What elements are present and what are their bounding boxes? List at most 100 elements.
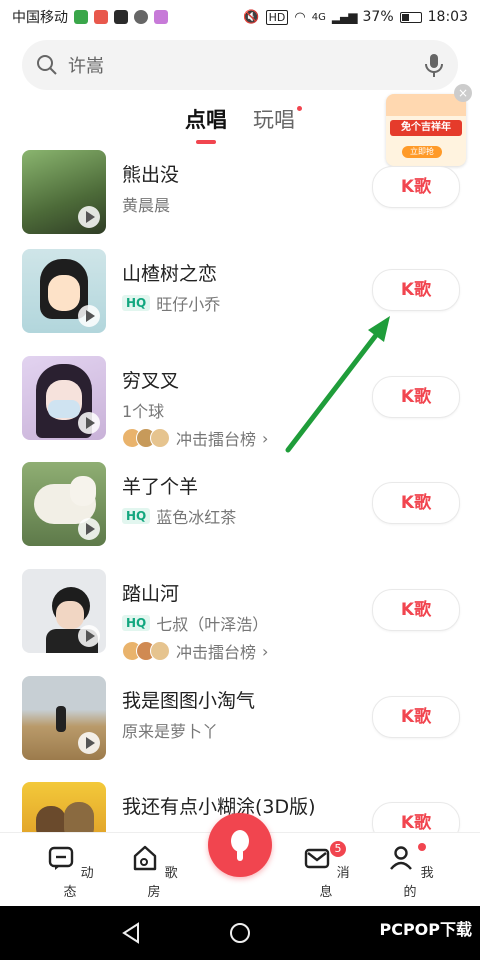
tab-dianchang[interactable]: 点唱 bbox=[185, 104, 227, 144]
chat-icon bbox=[49, 846, 74, 870]
battery-icon bbox=[399, 11, 422, 23]
song-title: 我是图图小淘气 bbox=[122, 690, 256, 712]
song-cover[interactable] bbox=[22, 462, 106, 546]
rank-label: 冲击擂台榜 bbox=[176, 643, 257, 662]
song-cover[interactable] bbox=[22, 676, 106, 760]
play-icon bbox=[78, 625, 100, 647]
chevron-right-icon: › bbox=[262, 641, 269, 661]
hq-badge: HQ bbox=[122, 295, 151, 311]
chevron-right-icon: › bbox=[262, 428, 269, 448]
k-song-button[interactable]: K歌 bbox=[372, 482, 460, 524]
song-cover[interactable] bbox=[22, 782, 106, 832]
song-cover[interactable] bbox=[22, 356, 106, 440]
avatar-group bbox=[122, 428, 170, 448]
song-list: 熊出没 黄晨晨 K歌 山楂树之恋 HQ 旺仔小乔 K歌 穷叉叉 1个球 冲击擂台榜… bbox=[0, 148, 480, 832]
carrier-label: 中国移动 bbox=[12, 10, 68, 26]
promo-header bbox=[386, 94, 466, 116]
song-artist: 原来是萝卜丫 bbox=[122, 722, 219, 741]
hq-badge: HQ bbox=[122, 615, 151, 631]
app-icon bbox=[114, 10, 128, 24]
mic-center-button[interactable] bbox=[208, 813, 272, 877]
song-title: 踏山河 bbox=[122, 583, 180, 605]
song-cover[interactable] bbox=[22, 150, 106, 234]
close-icon[interactable]: × bbox=[454, 84, 472, 102]
song-artist-row: HQ 七叔（叶泽浩） bbox=[122, 611, 268, 635]
hd-label: HD bbox=[265, 9, 289, 25]
list-item[interactable]: 山楂树之恋 HQ 旺仔小乔 K歌 bbox=[0, 249, 480, 355]
battery-label: 37% bbox=[362, 9, 394, 25]
song-artist-row: HQ 蓝色冰红茶 bbox=[122, 504, 236, 528]
nav-item-wode[interactable]: 我的 bbox=[380, 843, 440, 900]
signal-label: 4G bbox=[311, 11, 326, 23]
list-item[interactable]: 我是图图小淘气 原来是萝卜丫 K歌 bbox=[0, 676, 480, 782]
system-nav-bar: PCPOP下载 bbox=[0, 906, 480, 960]
tab-wanchang[interactable]: 玩唱 bbox=[253, 104, 302, 144]
song-artist: 七叔（叶泽浩） bbox=[156, 615, 269, 634]
k-song-button[interactable]: K歌 bbox=[372, 696, 460, 738]
time-label: 18:03 bbox=[427, 9, 468, 25]
mute-icon: 🔇 bbox=[243, 9, 260, 25]
home-icon[interactable] bbox=[228, 921, 252, 945]
song-artist: 旺仔小乔 bbox=[156, 295, 221, 314]
mail-icon bbox=[305, 848, 330, 869]
search-bar[interactable]: 许嵩 bbox=[22, 40, 458, 90]
song-cover[interactable] bbox=[22, 569, 106, 653]
song-artist: 1个球 bbox=[122, 402, 165, 421]
person-icon bbox=[390, 846, 413, 870]
song-artist: 黄晨晨 bbox=[122, 196, 171, 215]
back-icon[interactable] bbox=[120, 921, 144, 945]
k-song-button[interactable]: K歌 bbox=[372, 802, 460, 832]
rank-link[interactable]: 冲击擂台榜 › bbox=[122, 639, 268, 663]
song-artist: 蓝色冰红茶 bbox=[156, 508, 237, 527]
play-icon bbox=[78, 732, 100, 754]
search-icon bbox=[37, 55, 57, 75]
k-song-button[interactable]: K歌 bbox=[372, 589, 460, 631]
play-icon bbox=[78, 206, 100, 228]
avatar-group bbox=[122, 641, 170, 661]
play-icon bbox=[78, 305, 100, 327]
signal-icon: ▂▄▆ bbox=[331, 10, 358, 24]
message-badge: 5 bbox=[330, 841, 346, 857]
cover-illustration bbox=[64, 802, 94, 832]
k-song-button[interactable]: K歌 bbox=[372, 376, 460, 418]
song-artist-row: 1个球 bbox=[122, 398, 164, 422]
mic-center-icon bbox=[231, 830, 249, 861]
message-icon bbox=[134, 10, 148, 24]
cover-illustration bbox=[70, 476, 96, 506]
list-item[interactable]: 熊出没 黄晨晨 K歌 bbox=[0, 150, 480, 256]
list-item[interactable]: 羊了个羊 HQ 蓝色冰红茶 K歌 bbox=[0, 462, 480, 568]
tab-notification-dot bbox=[297, 106, 302, 111]
nav-item-dongtai[interactable]: 动态 bbox=[40, 843, 100, 900]
cover-illustration bbox=[48, 275, 80, 311]
cover-illustration bbox=[48, 400, 80, 418]
song-title: 熊出没 bbox=[122, 164, 180, 186]
bottom-nav: 动态 歌房 5 消息 我的 bbox=[0, 813, 480, 907]
k-song-button[interactable]: K歌 bbox=[372, 269, 460, 311]
app-icon bbox=[154, 10, 168, 24]
promo-title: 免个吉祥年 bbox=[390, 120, 462, 136]
cover-illustration bbox=[56, 706, 66, 732]
microphone-icon[interactable] bbox=[424, 52, 444, 78]
notification-dot bbox=[418, 843, 426, 851]
song-title: 山楂树之恋 bbox=[122, 263, 218, 285]
song-cover[interactable] bbox=[22, 249, 106, 333]
app-icon bbox=[94, 10, 108, 24]
song-artist-row: 原来是萝卜丫 bbox=[122, 718, 218, 742]
watermark: PCPOP下载 bbox=[379, 920, 472, 939]
song-title: 穷叉叉 bbox=[122, 370, 180, 392]
play-icon bbox=[78, 518, 100, 540]
status-bar: 中国移动 🔇 HD ◠ 4G ▂▄▆ 37% 18:03 bbox=[0, 0, 480, 34]
wechat-icon bbox=[74, 10, 88, 24]
list-item[interactable]: 踏山河 HQ 七叔（叶泽浩） 冲击擂台榜 › K歌 bbox=[0, 569, 480, 675]
nav-item-gefang[interactable]: 歌房 bbox=[124, 843, 184, 900]
hq-badge: HQ bbox=[122, 508, 151, 524]
nav-item-xiaoxi[interactable]: 5 消息 bbox=[296, 841, 356, 900]
rank-label: 冲击擂台榜 bbox=[176, 430, 257, 449]
search-placeholder: 许嵩 bbox=[68, 56, 104, 77]
play-icon bbox=[78, 412, 100, 434]
list-item[interactable]: 穷叉叉 1个球 冲击擂台榜 › K歌 bbox=[0, 356, 480, 462]
wifi-icon: ◠ bbox=[294, 9, 306, 25]
k-song-button[interactable]: K歌 bbox=[372, 166, 460, 208]
song-artist-row: 黄晨晨 bbox=[122, 192, 170, 216]
rank-link[interactable]: 冲击擂台榜 › bbox=[122, 426, 268, 450]
